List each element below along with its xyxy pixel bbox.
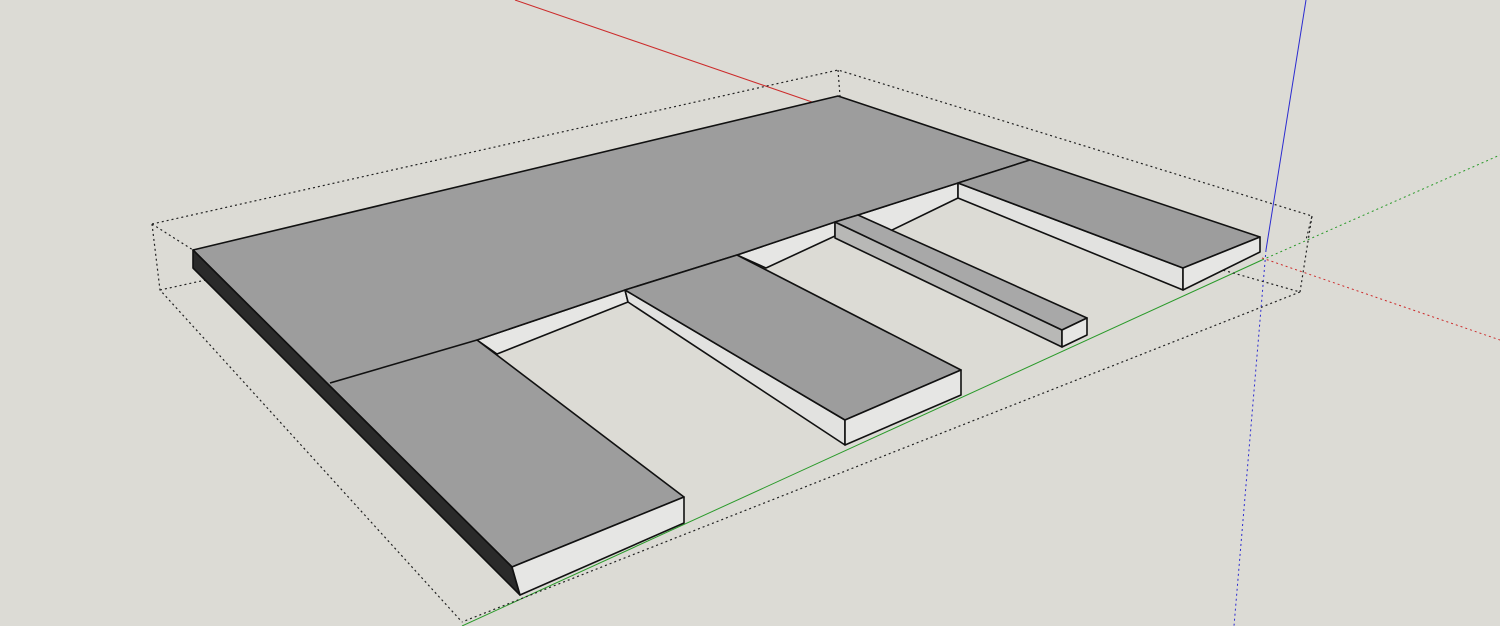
3d-model-viewport[interactable]: [0, 0, 1500, 626]
red-axis-negative: [1261, 257, 1500, 341]
red-axis: [514, 0, 813, 103]
main-slab-top-face: [192, 95, 1031, 568]
green-axis-negative: [1261, 154, 1500, 261]
model-group[interactable]: [192, 95, 1261, 596]
blue-axis-negative: [1233, 249, 1267, 626]
